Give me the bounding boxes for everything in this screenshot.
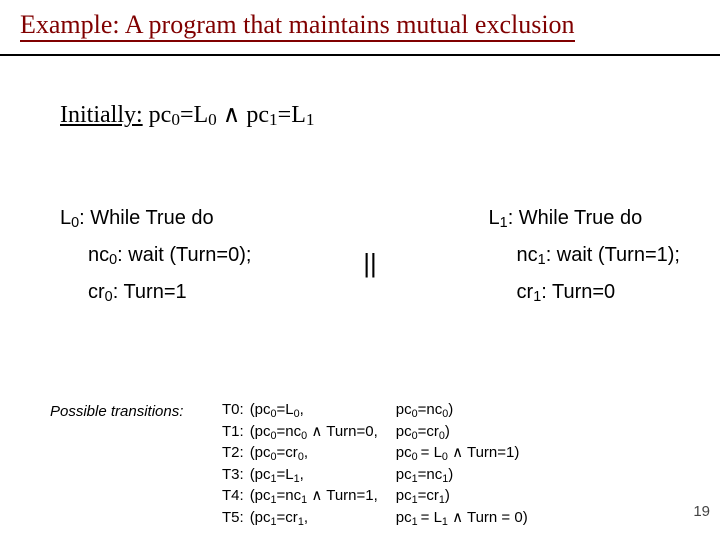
prog-left-head: L0: While True do bbox=[60, 200, 251, 237]
transition-result: pc1=cr1) bbox=[394, 486, 530, 508]
transition-premise: (pc1=cr1, bbox=[248, 508, 394, 530]
transition-premise: (pc0=nc0 ∧ Turn=0, bbox=[248, 422, 394, 444]
transition-premise: (pc1=L1, bbox=[248, 465, 394, 487]
transition-result: pc1 = L1 ∧ Turn = 0) bbox=[394, 508, 530, 530]
transition-key: T1: bbox=[220, 422, 248, 444]
program-right: L1: While True do nc1: wait (Turn=1); cr… bbox=[489, 200, 680, 311]
initially-line: Initially: pc0=L0 ∧ pc1=L1 bbox=[60, 100, 315, 130]
transitions-label: Possible transitions: bbox=[50, 400, 220, 422]
transition-row: T0:(pc0=L0,pc0=nc0) bbox=[220, 400, 530, 422]
prog-right-line2: cr1: Turn=0 bbox=[517, 274, 680, 311]
prog-left-line2: cr0: Turn=1 bbox=[88, 274, 251, 311]
transition-row: T4:(pc1=nc1 ∧ Turn=1,pc1=cr1) bbox=[220, 486, 530, 508]
slide-title: Example: A program that maintains mutual… bbox=[20, 10, 575, 40]
prog-right-line1: nc1: wait (Turn=1); bbox=[517, 237, 680, 274]
transition-premise: (pc0=cr0, bbox=[248, 443, 394, 465]
initially-formula: pc0=L0 ∧ pc1=L1 bbox=[149, 102, 315, 128]
transition-premise: (pc0=L0, bbox=[248, 400, 394, 422]
transition-result: pc0 = L0 ∧ Turn=1) bbox=[394, 443, 530, 465]
initially-label: Initially: bbox=[60, 102, 143, 128]
transition-key: T0: bbox=[220, 400, 248, 422]
transition-key: T4: bbox=[220, 486, 248, 508]
slide-title-text: Example: A program that maintains mutual… bbox=[20, 10, 575, 42]
parallel-symbol: || bbox=[363, 248, 377, 279]
transition-key: T2: bbox=[220, 443, 248, 465]
transition-row: T3:(pc1=L1,pc1=nc1) bbox=[220, 465, 530, 487]
transition-result: pc0=nc0) bbox=[394, 400, 530, 422]
programs-row: L0: While True do nc0: wait (Turn=0); cr… bbox=[60, 200, 680, 311]
transitions-table: T0:(pc0=L0,pc0=nc0)T1:(pc0=nc0 ∧ Turn=0,… bbox=[220, 400, 530, 529]
transition-key: T3: bbox=[220, 465, 248, 487]
prog-left-line1: nc0: wait (Turn=0); bbox=[88, 237, 251, 274]
transitions-block: Possible transitions: T0:(pc0=L0,pc0=nc0… bbox=[50, 400, 530, 529]
prog-right-head: L1: While True do bbox=[489, 200, 680, 237]
transition-row: T1:(pc0=nc0 ∧ Turn=0,pc0=cr0) bbox=[220, 422, 530, 444]
program-left: L0: While True do nc0: wait (Turn=0); cr… bbox=[60, 200, 251, 311]
transition-result: pc1=nc1) bbox=[394, 465, 530, 487]
transition-key: T5: bbox=[220, 508, 248, 530]
transition-premise: (pc1=nc1 ∧ Turn=1, bbox=[248, 486, 394, 508]
page-number: 19 bbox=[693, 503, 710, 520]
transition-result: pc0=cr0) bbox=[394, 422, 530, 444]
transition-row: T5:(pc1=cr1,pc1 = L1 ∧ Turn = 0) bbox=[220, 508, 530, 530]
transitions-tbody: T0:(pc0=L0,pc0=nc0)T1:(pc0=nc0 ∧ Turn=0,… bbox=[220, 400, 530, 529]
horizontal-rule bbox=[0, 54, 720, 56]
transition-row: T2:(pc0=cr0,pc0 = L0 ∧ Turn=1) bbox=[220, 443, 530, 465]
